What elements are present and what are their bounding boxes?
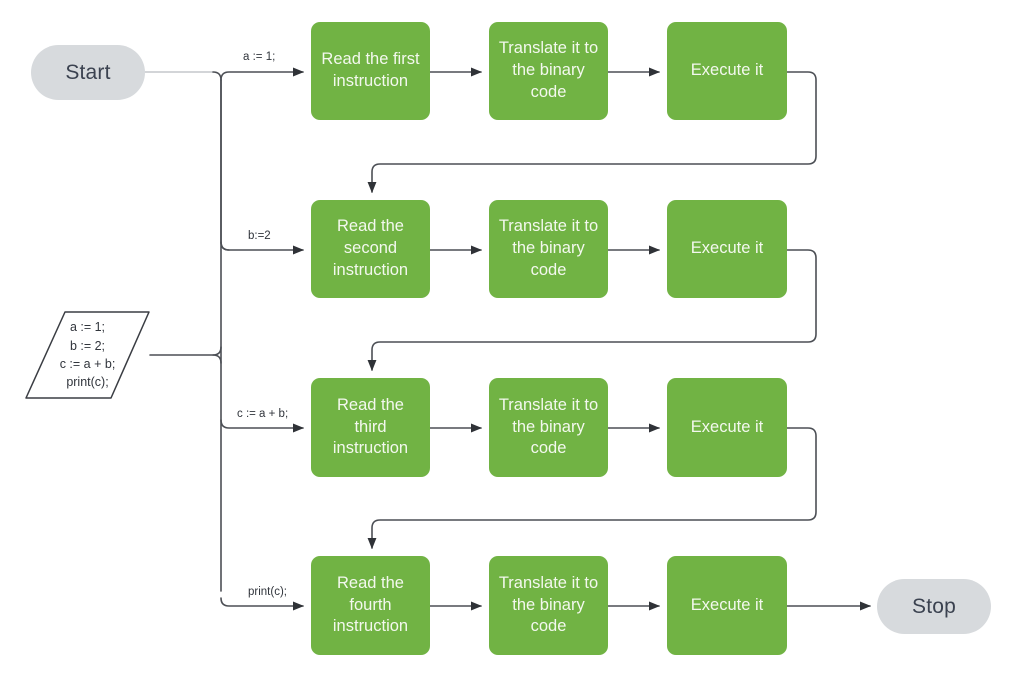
- process-row3-translate[interactable]: Translate it to the binary code: [489, 378, 608, 477]
- process-row2-read[interactable]: Read the second instruction: [311, 200, 430, 298]
- process-row1-read[interactable]: Read the first instruction: [311, 22, 430, 120]
- process-row1-translate-label: Translate it to the binary code: [498, 39, 599, 101]
- edge-label-row4: print(c);: [248, 586, 287, 598]
- process-row4-execute[interactable]: Execute it: [667, 556, 787, 655]
- flowchart-canvas: Start Stop a := 1; b := 2; c := a + b; p…: [0, 0, 1024, 682]
- start-terminator[interactable]: Start: [31, 45, 145, 100]
- process-row4-read[interactable]: Read the fourth instruction: [311, 556, 430, 655]
- process-row3-execute-label: Execute it: [690, 417, 764, 436]
- process-row4-translate[interactable]: Translate it to the binary code: [489, 556, 608, 655]
- process-row3-read-label: Read the third instruction: [332, 395, 409, 458]
- edge-label-row2: b:=2: [248, 230, 271, 242]
- process-row1-execute-label: Execute it: [690, 61, 764, 80]
- start-label: Start: [65, 60, 111, 84]
- process-row1-execute[interactable]: Execute it: [667, 22, 787, 120]
- stop-label: Stop: [912, 594, 956, 618]
- process-row3-translate-label: Translate it to the binary code: [498, 395, 599, 458]
- process-row1-read-label: Read the first instruction: [321, 50, 420, 90]
- data-node-source-code[interactable]: a := 1; b := 2; c := a + b; print(c);: [25, 311, 150, 399]
- edge-label-row3: c := a + b;: [237, 408, 289, 420]
- process-row2-translate[interactable]: Translate it to the binary code: [489, 200, 608, 298]
- connector-branch-row1: [220, 67, 305, 81]
- connector-data-to-trunk: [149, 346, 222, 356]
- process-row2-execute[interactable]: Execute it: [667, 200, 787, 298]
- connector-trunk-upper: [212, 71, 230, 251]
- process-row2-execute-label: Execute it: [690, 239, 764, 258]
- process-row4-translate-label: Translate it to the binary code: [498, 573, 599, 636]
- stop-terminator[interactable]: Stop: [877, 579, 991, 634]
- edge-label-row1: a := 1;: [243, 51, 276, 63]
- connector-trunk-to-data-junction: [221, 80, 229, 355]
- process-row3-execute[interactable]: Execute it: [667, 378, 787, 477]
- process-row4-execute-label: Execute it: [690, 595, 764, 614]
- process-row1-translate[interactable]: Translate it to the binary code: [489, 22, 608, 120]
- connector-branch-row2: [220, 241, 305, 255]
- connector-data-to-trunk-lower: [212, 354, 222, 364]
- process-row3-read[interactable]: Read the third instruction: [311, 378, 430, 477]
- process-row2-translate-label: Translate it to the binary code: [498, 217, 599, 279]
- connector-branch-row3: [220, 419, 305, 433]
- connector-branch-row4: [220, 597, 305, 611]
- process-row2-read-label: Read the second instruction: [332, 217, 409, 279]
- data-node-text: a := 1; b := 2; c := a + b; print(c);: [59, 320, 116, 390]
- process-row4-read-label: Read the fourth instruction: [332, 573, 409, 636]
